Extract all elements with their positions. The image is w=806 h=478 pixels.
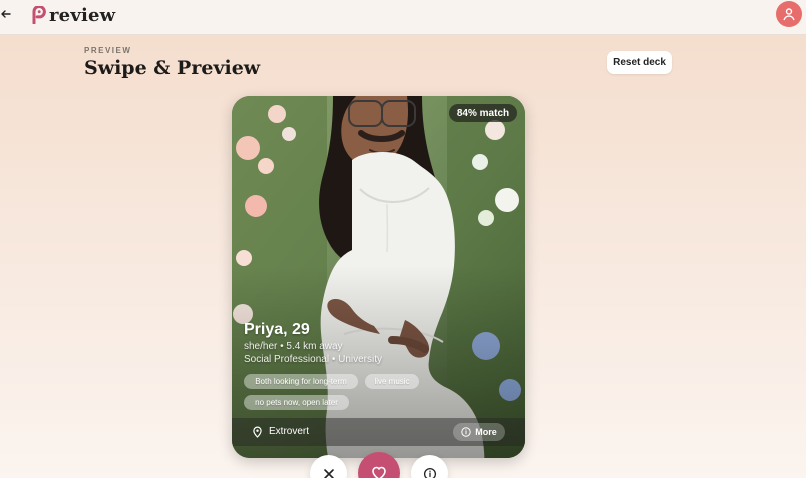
- info-button[interactable]: [411, 455, 448, 478]
- more-label: More: [475, 427, 497, 437]
- profile-job-education: Social Professional • University: [244, 354, 382, 365]
- chip-pets-preference: no pets now, open later: [244, 395, 349, 410]
- brand-mark-icon: [32, 6, 46, 24]
- info-icon: [461, 427, 471, 437]
- page-title: Swipe & Preview: [84, 57, 261, 79]
- pass-button[interactable]: [310, 455, 347, 478]
- heart-icon: [372, 466, 386, 478]
- arrow-left-icon: [1, 10, 11, 18]
- profile-trait: Extrovert: [269, 426, 310, 437]
- location-pin-icon: [253, 426, 262, 438]
- profile-name-age: Priya, 29: [244, 321, 310, 338]
- close-icon: [323, 468, 334, 478]
- profile-distance: she/her • 5.4 km away: [244, 341, 343, 352]
- reset-deck-button[interactable]: Reset deck: [607, 51, 672, 74]
- profile-avatar[interactable]: [776, 1, 802, 27]
- chip-relationship-goal: Both looking for long-term: [244, 374, 358, 389]
- back-button[interactable]: [0, 8, 12, 24]
- top-bar: review: [0, 0, 806, 35]
- page-eyebrow: PREVIEW: [84, 46, 132, 55]
- info-icon: [423, 467, 436, 478]
- user-icon: [783, 8, 795, 21]
- brand-name: review: [49, 4, 116, 26]
- more-button[interactable]: More: [453, 423, 505, 441]
- brand-logo[interactable]: review: [32, 3, 115, 27]
- chip-interest-live-music: live music: [365, 374, 419, 389]
- match-badge: 84% match: [449, 104, 517, 122]
- profile-card[interactable]: 84% match Priya, 29 she/her • 5.4 km awa…: [232, 96, 525, 458]
